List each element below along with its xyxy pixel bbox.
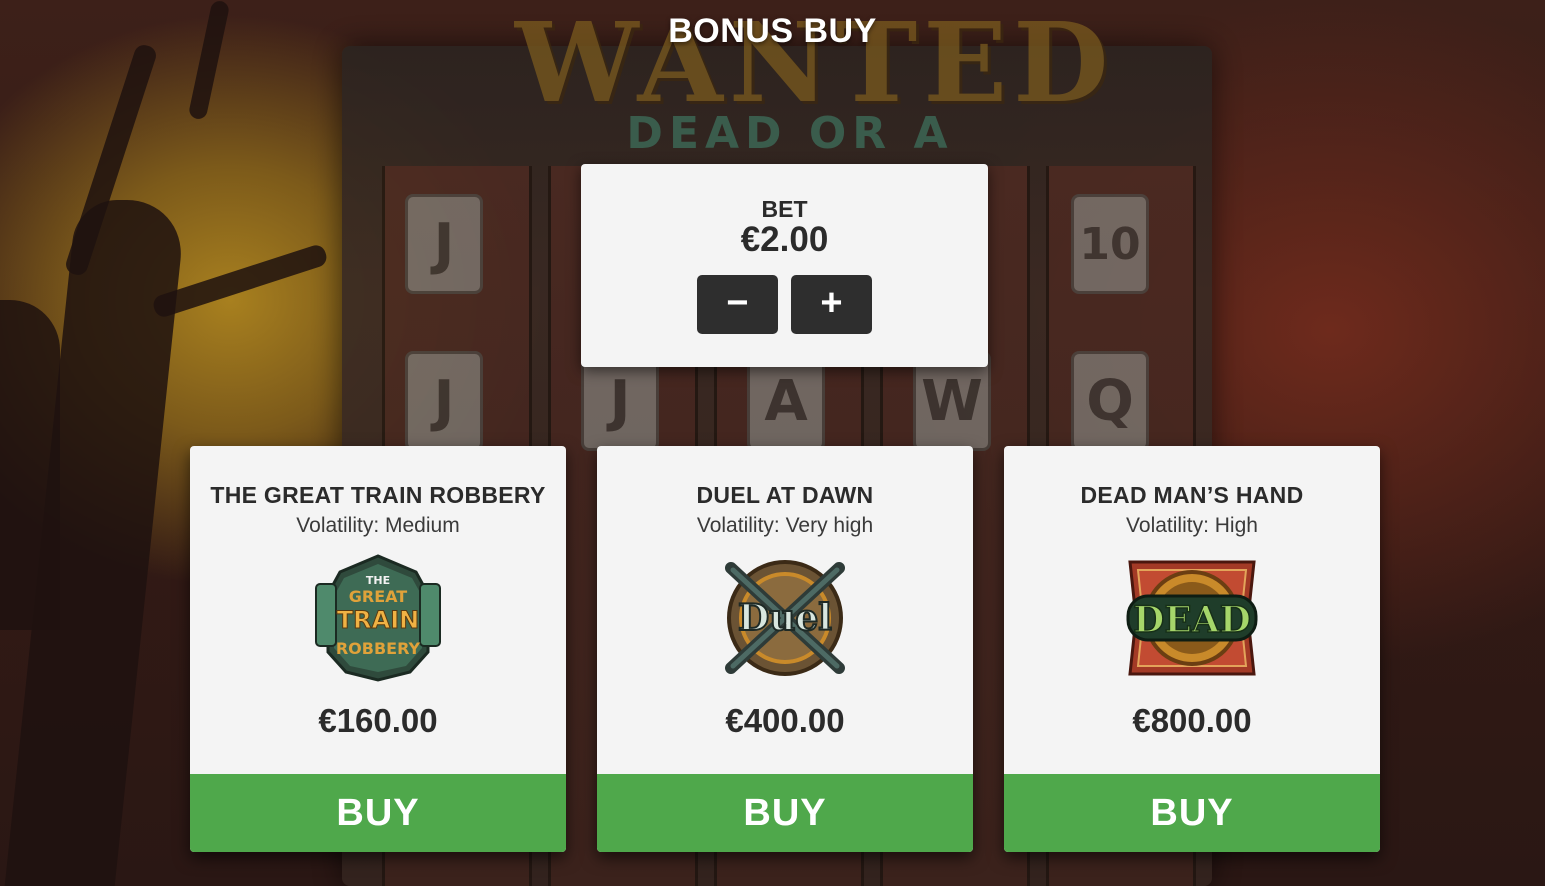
bet-label: BET: [761, 196, 808, 222]
offer-title: DEAD MAN’S HAND: [1080, 482, 1304, 508]
minus-icon: −: [726, 282, 749, 324]
badge-text: Duel: [738, 597, 832, 639]
offer-volatility: Volatility: Very high: [696, 514, 874, 537]
buy-duel-button[interactable]: BUY: [597, 774, 973, 852]
dead-mans-hand-badge-icon: DEAD: [1126, 560, 1258, 676]
reel-symbol: J: [405, 351, 483, 451]
buy-dead-mans-hand-button[interactable]: BUY: [1004, 774, 1380, 852]
tree-branch-decoration: [0, 300, 60, 630]
offer-price: €400.00: [725, 702, 845, 739]
offer-title: THE GREAT TRAIN ROBBERY: [210, 482, 546, 508]
bonus-offer-card: DUEL AT DAWN Volatility: Very high Duel …: [597, 446, 973, 852]
train-robbery-badge-icon: THE GREAT TRAIN ROBBERY: [315, 554, 441, 682]
offer-price: €160.00: [318, 702, 438, 739]
reel-symbol: 10: [1071, 194, 1149, 294]
buy-train-robbery-button[interactable]: BUY: [190, 774, 566, 852]
game-screen: J J J A W 10 Q WANTED DEAD OR A WILD BON…: [0, 0, 1545, 886]
badge-text: THE: [366, 574, 390, 587]
decrease-bet-button[interactable]: −: [697, 275, 778, 334]
offer-price: €800.00: [1132, 702, 1252, 739]
offer-title: DUEL AT DAWN: [696, 482, 874, 508]
offer-volatility: Volatility: Medium: [296, 514, 460, 537]
bet-value: €2.00: [740, 220, 829, 259]
bonus-offer-card: THE GREAT TRAIN ROBBERY Volatility: Medi…: [190, 446, 566, 852]
duel-badge-icon: Duel: [725, 560, 845, 676]
badge-text: GREAT: [349, 587, 408, 606]
bonus-offer-card: DEAD MAN’S HAND Volatility: High DEAD €8…: [1004, 446, 1380, 852]
badge-text: DEAD: [1133, 599, 1251, 641]
bet-panel: BET €2.00 − +: [581, 164, 988, 367]
reel-symbol: Q: [1071, 351, 1149, 451]
bonus-buy-title: BONUS BUY: [668, 12, 877, 50]
badge-text: TRAIN: [337, 606, 419, 634]
badge-text: ROBBERY: [336, 639, 421, 658]
reel-symbol: J: [405, 194, 483, 294]
game-logo-subtitle: DEAD OR A WILD: [626, 108, 954, 210]
increase-bet-button[interactable]: +: [791, 275, 872, 334]
plus-icon: +: [820, 282, 843, 324]
offer-volatility: Volatility: High: [1126, 514, 1258, 537]
